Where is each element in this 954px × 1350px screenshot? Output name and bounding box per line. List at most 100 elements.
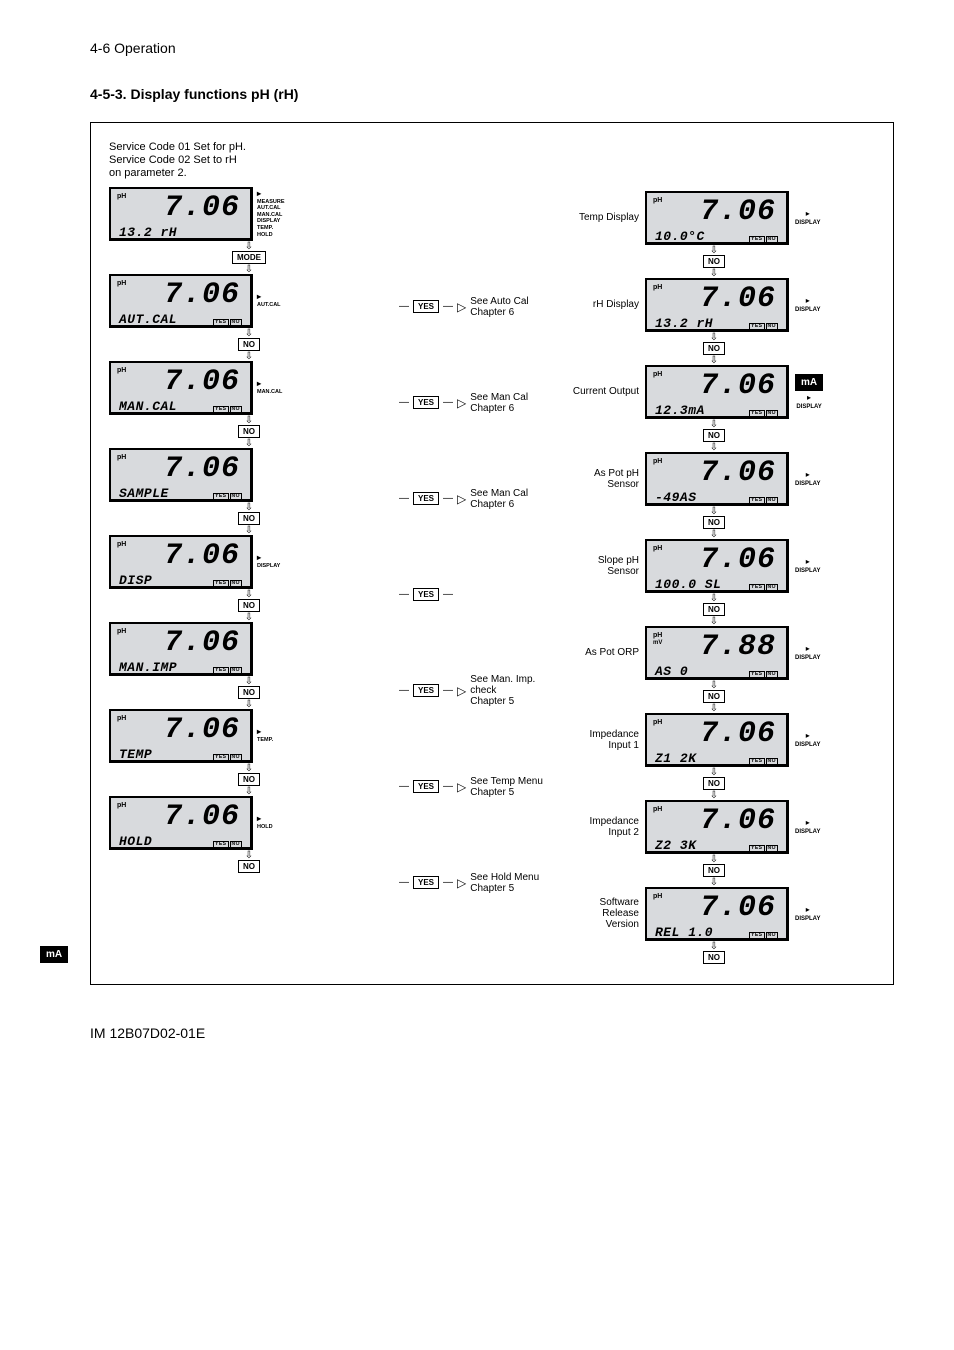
lcd-sub-value: 13.2 rH [119, 225, 177, 240]
lcd-sub-value: Z1 2K [655, 751, 697, 766]
display-tag: DISPLAY [795, 220, 820, 226]
intro-line: Service Code 02 Set to rH [109, 154, 875, 167]
key-no: NO [238, 338, 260, 351]
lcd-display: pH 7.06 MAN.IMP YESNO [109, 622, 253, 676]
display-label: rH Display [569, 299, 639, 310]
lcd-display: pH 7.06 MAN.CAL YESNO [109, 361, 253, 415]
flow-ref: See Man. Imp.check Chapter 5 [470, 674, 535, 707]
lcd-sub-value: 100.0 SL [655, 577, 721, 592]
lcd-main-value: 7.88 [655, 632, 778, 662]
lcd-main-value: 7.06 [655, 371, 778, 401]
intro-text: Service Code 01 Set for pH. Service Code… [109, 141, 875, 181]
lcd-main-value: 7.06 [119, 541, 242, 571]
lcd-main-value: 7.06 [655, 197, 778, 227]
lcd-display: pH 7.06 DISP YESNO [109, 535, 253, 589]
display-tag: DISPLAY [795, 655, 820, 661]
lcd-sub-value: TEMP [119, 747, 152, 762]
display-label: As Pot pH Sensor [569, 468, 639, 490]
key-no: NO [238, 686, 260, 699]
key-no: NO [703, 255, 725, 268]
key-mode: MODE [232, 251, 266, 264]
lcd-display: pH 7.06 12.3mA YESNO [645, 365, 789, 419]
ma-badge: mA [795, 374, 823, 391]
key-no: NO [703, 777, 725, 790]
key-yes: YES [413, 588, 439, 601]
display-label: Current Output [569, 386, 639, 397]
lcd-main-value: 7.06 [655, 806, 778, 836]
flow-ref: See Auto Cal Chapter 6 [470, 296, 528, 318]
display-label: Temp Display [569, 212, 639, 223]
display-tag: DISPLAY [795, 742, 820, 748]
key-no: NO [703, 603, 725, 616]
intro-line: on parameter 2. [109, 167, 875, 180]
lcd-main-value: 7.06 [119, 802, 242, 832]
lcd-sub-value: Z2 3K [655, 838, 697, 853]
key-no: NO [703, 429, 725, 442]
lcd-main-value: 7.06 [119, 367, 242, 397]
key-no: NO [238, 773, 260, 786]
display-tag: DISPLAY [795, 481, 820, 487]
lcd-display: pH 7.06 Z1 2K YESNO [645, 713, 789, 767]
lcd-sub-value: 13.2 rH [655, 316, 713, 331]
intro-line: Service Code 01 Set for pH. [109, 141, 875, 154]
lcd-sub-value: AS 0 [655, 664, 688, 679]
right-column: Temp Display pH 7.06 10.0°C YESNO ▸DISPL… [569, 187, 859, 966]
lcd-sub-value: SAMPLE [119, 486, 169, 501]
key-no: NO [703, 342, 725, 355]
lcd-display: pHmV 7.88 AS 0 YESNO [645, 626, 789, 680]
lcd-display: pH 7.06 13.2 rH YESNO [645, 278, 789, 332]
key-no: NO [703, 951, 725, 964]
lcd-main-value: 7.06 [655, 458, 778, 488]
key-no: NO [238, 860, 260, 873]
display-tag: DISPLAY [795, 829, 820, 835]
key-yes: YES [413, 300, 439, 313]
key-no: NO [703, 690, 725, 703]
lcd-display: pH 7.06 100.0 SL YESNO [645, 539, 789, 593]
flow-ref: See Hold Menu Chapter 5 [470, 872, 539, 894]
key-no: NO [238, 512, 260, 525]
lcd-main-value: 7.06 [655, 545, 778, 575]
lcd-main-value: 7.06 [655, 893, 778, 923]
flow-ref: See Temp Menu Chapter 5 [470, 776, 543, 798]
display-tag: DISPLAY [795, 307, 820, 313]
display-tag: DISPLAY [796, 404, 821, 410]
lcd-sub-value: 12.3mA [655, 403, 705, 418]
key-no: NO [703, 864, 725, 877]
lcd-main-value: 7.06 [119, 628, 242, 658]
lcd-display: pH 7.06 TEMP YESNO [109, 709, 253, 763]
display-label: As Pot ORP [569, 647, 639, 658]
lcd-display: pH 7.06 SAMPLE YESNO [109, 448, 253, 502]
lcd-sub-value: AUT.CAL [119, 312, 177, 327]
key-yes: YES [413, 396, 439, 409]
display-label: Software Release Version [569, 897, 639, 930]
lcd-display: pH 7.06 -49AS YESNO [645, 452, 789, 506]
lcd-display: pH 7.06 AUT.CAL YESNO [109, 274, 253, 328]
left-column: pH 7.06 13.2 rH ▸MEASUREAUT.CALMAN.CALDI… [109, 187, 389, 966]
display-label: Impedance Input 2 [569, 816, 639, 838]
key-no: NO [238, 599, 260, 612]
mode-indicator: ▸TEMP. [257, 727, 273, 743]
display-tag: DISPLAY [795, 916, 820, 922]
lcd-display: pH 7.06 Z2 3K YESNO [645, 800, 789, 854]
lcd-sub-value: MAN.IMP [119, 660, 177, 675]
page-footer: IM 12B07D02-01E [90, 1025, 894, 1041]
lcd-display: pH 7.06 10.0°C YESNO [645, 191, 789, 245]
flowchart-container: Service Code 01 Set for pH. Service Code… [90, 122, 894, 985]
lcd-main-value: 7.06 [119, 454, 242, 484]
display-label: Impedance Input 1 [569, 729, 639, 751]
mid-column: — YES —▷See Auto Cal Chapter 6 — YES —▷S… [399, 187, 559, 966]
ma-badge-left: mA [40, 946, 68, 963]
lcd-sub-value: MAN.CAL [119, 399, 177, 414]
key-yes: YES [413, 684, 439, 697]
lcd-sub-value: -49AS [655, 490, 697, 505]
display-tag: DISPLAY [795, 568, 820, 574]
key-no: NO [238, 425, 260, 438]
key-yes: YES [413, 780, 439, 793]
lcd-sub-value: 10.0°C [655, 229, 705, 244]
flow-ref: See Man Cal Chapter 6 [470, 392, 528, 414]
lcd-display: pH 7.06 REL 1.0 YESNO [645, 887, 789, 941]
page-header: 4-6 Operation [90, 40, 894, 56]
key-yes: YES [413, 492, 439, 505]
lcd-main-value: 7.06 [119, 715, 242, 745]
lcd-main-value: 7.06 [655, 719, 778, 749]
